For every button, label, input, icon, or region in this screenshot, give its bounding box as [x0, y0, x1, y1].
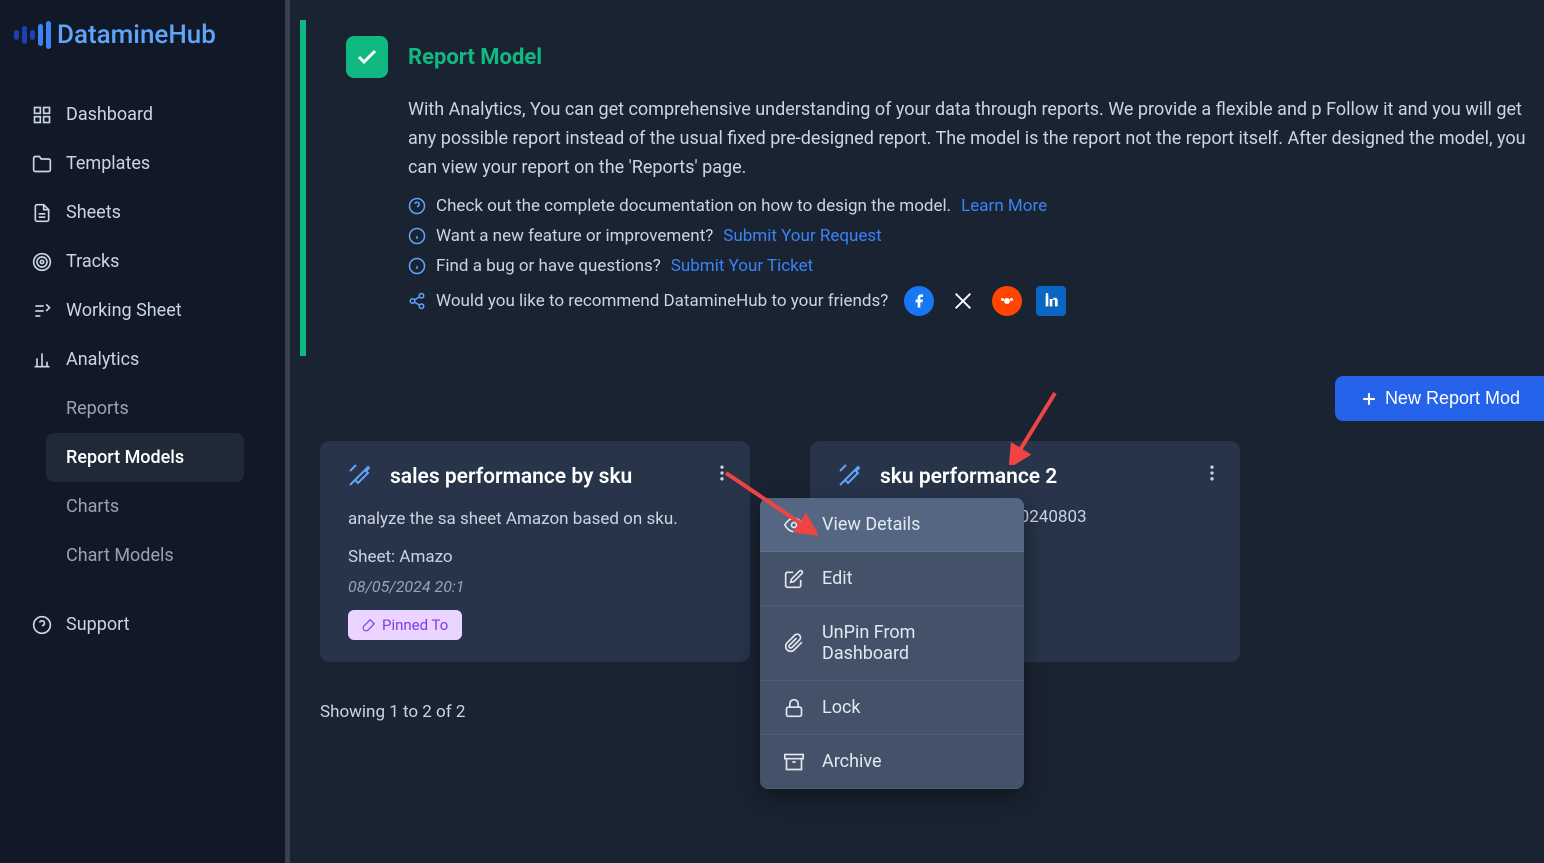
sidebar-item-label: Tracks — [66, 251, 119, 272]
banner-title: Report Model — [408, 45, 542, 70]
brand-name: DatamineHub — [57, 20, 216, 50]
sidebar: DatamineHub Dashboard Templates Sheets T… — [0, 0, 290, 863]
folder-icon — [32, 154, 52, 174]
sidebar-item-label: Sheets — [66, 202, 121, 223]
attachment-icon — [784, 633, 804, 653]
help-icon — [32, 615, 52, 635]
check-icon — [355, 45, 379, 69]
menu-edit[interactable]: Edit — [760, 552, 1024, 606]
sidebar-item-sheets[interactable]: Sheets — [20, 188, 270, 237]
sidebar-item-working-sheet[interactable]: Working Sheet — [20, 286, 270, 335]
button-label: New Report Mod — [1385, 388, 1520, 409]
more-button[interactable] — [1202, 463, 1222, 487]
more-vertical-icon — [1202, 463, 1222, 483]
x-icon[interactable] — [948, 286, 978, 316]
list-icon — [32, 301, 52, 321]
sidebar-item-label: Working Sheet — [66, 300, 182, 321]
sidebar-item-features-cut[interactable]: Features — [20, 649, 270, 698]
target-icon — [32, 252, 52, 272]
info-banner: Report Model With Analytics, You can get… — [300, 20, 1544, 356]
help-circle-icon — [408, 197, 426, 215]
menu-view-details[interactable]: View Details — [760, 498, 1024, 552]
sidebar-item-chart-models[interactable]: Chart Models — [46, 531, 244, 580]
eye-icon — [784, 515, 804, 535]
reddit-icon[interactable] — [992, 286, 1022, 316]
card-sheet: Sheet: Amazo — [348, 547, 722, 567]
report-model-card[interactable]: sales performance by sku analyze the sa … — [320, 441, 750, 662]
card-timestamp: 08/05/2024 20:1 — [348, 577, 722, 596]
menu-archive[interactable]: Archive — [760, 735, 1024, 789]
pin-icon — [362, 618, 376, 632]
sidebar-item-report-models[interactable]: Report Models — [46, 433, 244, 482]
bar-chart-icon — [32, 350, 52, 370]
design-icon — [838, 463, 862, 491]
edit-icon — [784, 569, 804, 589]
sidebar-item-label: Support — [66, 614, 130, 635]
logo[interactable]: DatamineHub — [0, 20, 290, 90]
context-menu: View Details Edit UnPin From Dashboard L… — [760, 498, 1024, 789]
sidebar-item-label: Dashboard — [66, 104, 153, 125]
menu-unpin[interactable]: UnPin From Dashboard — [760, 606, 1024, 681]
lock-icon — [784, 698, 804, 718]
sidebar-item-charts[interactable]: Charts — [46, 482, 244, 531]
sidebar-item-analytics[interactable]: Analytics — [20, 335, 270, 384]
sidebar-item-reports[interactable]: Reports — [46, 384, 244, 433]
info-icon — [408, 227, 426, 245]
info-icon — [408, 257, 426, 275]
sidebar-item-support[interactable]: Support — [20, 600, 270, 649]
card-description: analyze the sa sheet Amazon based on sku… — [348, 507, 722, 533]
card-title: sku performance 2 — [880, 465, 1057, 489]
check-badge — [346, 36, 388, 78]
sidebar-item-templates[interactable]: Templates — [20, 139, 270, 188]
main-content: Report Model With Analytics, You can get… — [290, 0, 1544, 863]
card-title: sales performance by sku — [390, 465, 632, 489]
menu-lock[interactable]: Lock — [760, 681, 1024, 735]
bug-text: Find a bug or have questions? — [436, 256, 661, 276]
design-icon — [348, 463, 372, 491]
sidebar-item-label: Templates — [66, 153, 150, 174]
share-text: Would you like to recommend DatamineHub … — [436, 291, 888, 311]
archive-icon — [784, 752, 804, 772]
learn-more-link[interactable]: Learn More — [961, 196, 1047, 216]
feature-text: Want a new feature or improvement? — [436, 226, 713, 246]
share-icon — [408, 292, 426, 310]
doc-text: Check out the complete documentation on … — [436, 196, 951, 216]
linkedin-icon[interactable] — [1036, 286, 1066, 316]
more-vertical-icon — [712, 463, 732, 483]
pinned-badge: Pinned To — [348, 610, 462, 640]
more-button[interactable] — [712, 463, 732, 487]
sidebar-item-tracks[interactable]: Tracks — [20, 237, 270, 286]
file-icon — [32, 203, 52, 223]
plus-icon — [1359, 389, 1379, 409]
sidebar-item-dashboard[interactable]: Dashboard — [20, 90, 270, 139]
new-report-model-button[interactable]: New Report Mod — [1335, 376, 1544, 421]
facebook-icon[interactable] — [904, 286, 934, 316]
sidebar-item-label: Analytics — [66, 349, 139, 370]
submit-request-link[interactable]: Submit Your Request — [723, 226, 881, 246]
logo-icon — [14, 21, 51, 49]
banner-description: With Analytics, You can get comprehensiv… — [408, 96, 1544, 182]
grid-icon — [32, 105, 52, 125]
submit-ticket-link[interactable]: Submit Your Ticket — [671, 256, 813, 276]
